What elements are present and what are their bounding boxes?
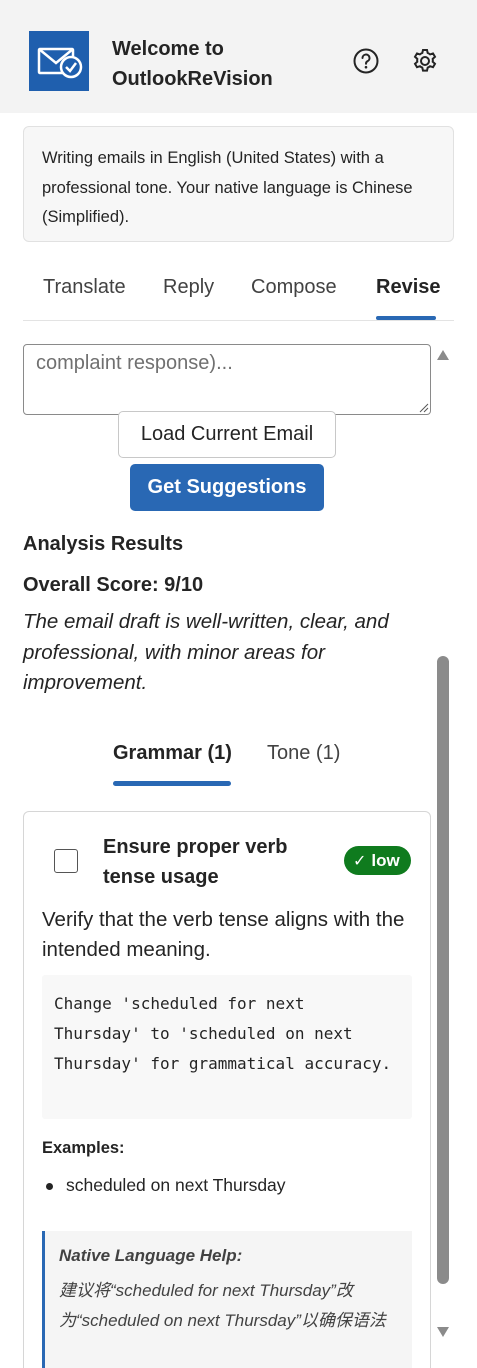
tab-translate[interactable]: Translate bbox=[43, 276, 126, 299]
active-tab-indicator bbox=[376, 316, 436, 320]
analysis-summary: The email draft is well-written, clear, … bbox=[23, 610, 389, 694]
native-help-title: Native Language Help: bbox=[59, 1246, 243, 1265]
resize-grip-icon[interactable] bbox=[417, 401, 429, 413]
revise-panel: complaint response)... Load Current Emai… bbox=[0, 322, 477, 1368]
settings-button[interactable] bbox=[408, 44, 442, 78]
tab-compose[interactable]: Compose bbox=[251, 276, 337, 299]
severity-badge: ✓ low bbox=[344, 846, 411, 875]
main-tabs: Translate Reply Compose Revise bbox=[23, 268, 454, 321]
scrollbar-thumb[interactable] bbox=[437, 656, 449, 1284]
email-context-input[interactable]: complaint response)... bbox=[23, 344, 431, 415]
active-subtab-indicator bbox=[113, 781, 231, 786]
examples-label: Examples: bbox=[42, 1139, 125, 1157]
suggestion-code: Change 'scheduled for next Thursday' to … bbox=[42, 975, 412, 1119]
overall-score: Overall Score: 9/10 bbox=[23, 574, 204, 596]
example-text: scheduled on next Thursday bbox=[66, 1175, 286, 1195]
severity-label: low bbox=[371, 850, 400, 870]
scroll-down-arrow-icon[interactable] bbox=[437, 1327, 449, 1337]
suggestion-description: Verify that the verb tense aligns with t… bbox=[42, 908, 405, 961]
suggestion-title: Ensure proper verb tense usage bbox=[103, 836, 288, 888]
scrollbar[interactable] bbox=[432, 322, 454, 1368]
get-suggestions-button[interactable]: Get Suggestions bbox=[130, 464, 324, 511]
app-header: Welcome to OutlookReVision bbox=[0, 0, 477, 113]
native-language-help: Native Language Help: 建议将“scheduled for … bbox=[42, 1231, 412, 1368]
suggestion-card: Ensure proper verb tense usage ✓ low Ver… bbox=[23, 811, 431, 1368]
app-title: Welcome to OutlookReVision bbox=[112, 38, 273, 90]
load-current-email-button[interactable]: Load Current Email bbox=[118, 411, 336, 458]
native-help-text: 建议将“scheduled for next Thursday”改为“sched… bbox=[59, 1281, 386, 1330]
help-button[interactable] bbox=[349, 44, 383, 78]
language-info-box: Writing emails in English (United States… bbox=[23, 126, 454, 242]
help-icon bbox=[353, 48, 379, 74]
subtab-tone[interactable]: Tone (1) bbox=[267, 742, 340, 765]
tab-reply[interactable]: Reply bbox=[163, 276, 214, 299]
bullet-icon bbox=[46, 1183, 53, 1190]
scroll-up-arrow-icon[interactable] bbox=[437, 350, 449, 360]
mail-check-icon bbox=[29, 31, 89, 91]
subtab-grammar[interactable]: Grammar (1) bbox=[113, 742, 232, 765]
tab-revise[interactable]: Revise bbox=[376, 276, 441, 299]
analysis-results-heading: Analysis Results bbox=[23, 533, 184, 555]
checkmark-icon: ✓ bbox=[353, 852, 367, 870]
suggestion-checkbox[interactable] bbox=[54, 849, 78, 873]
gear-icon bbox=[413, 49, 437, 72]
